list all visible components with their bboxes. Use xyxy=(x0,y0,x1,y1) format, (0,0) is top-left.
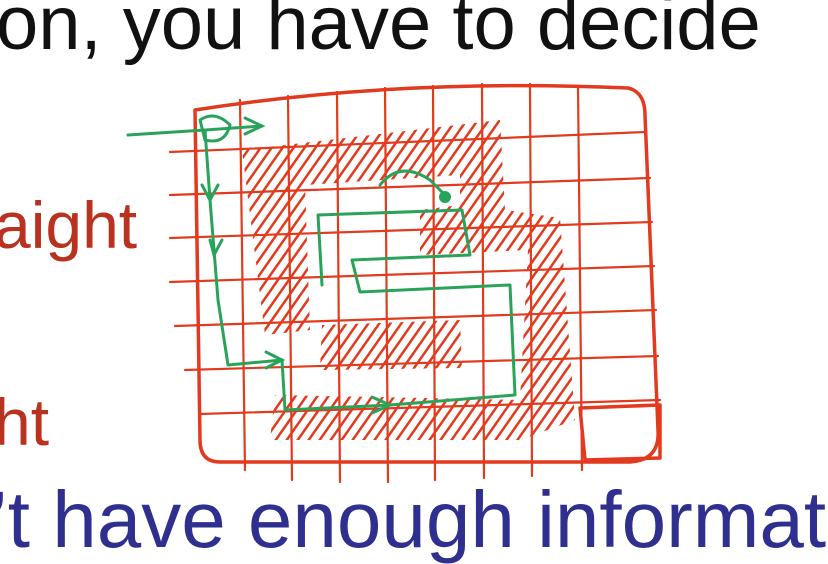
goal-dot xyxy=(439,191,451,203)
maze-sketch xyxy=(126,82,662,484)
